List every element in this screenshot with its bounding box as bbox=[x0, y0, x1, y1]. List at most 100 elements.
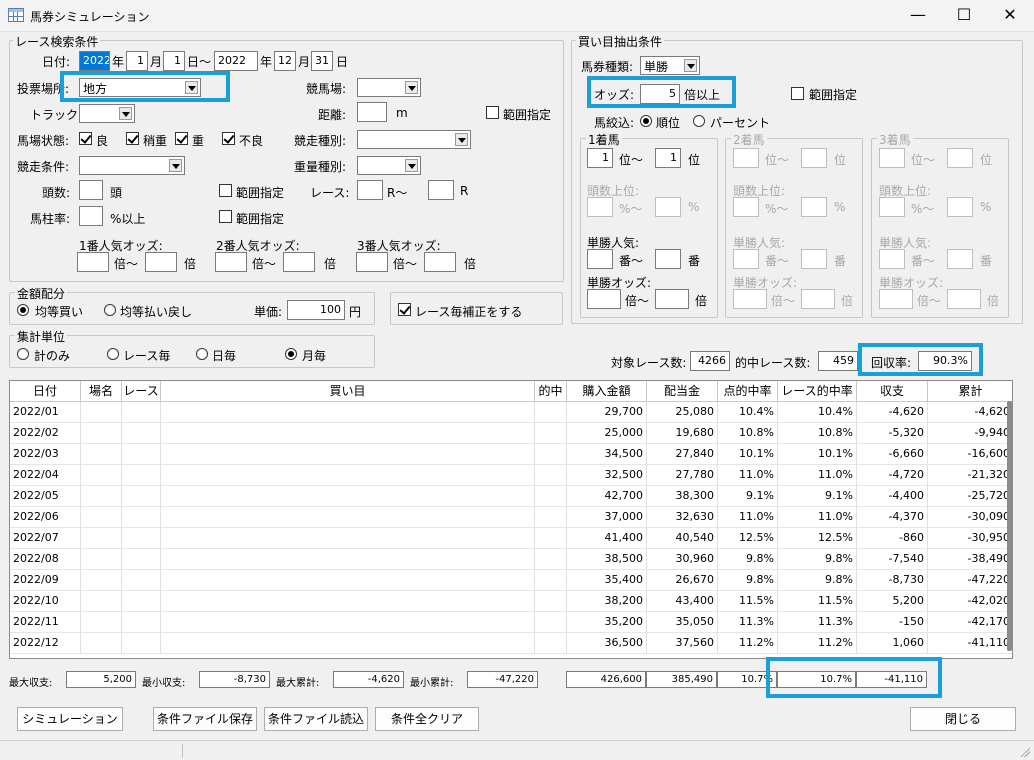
to-year-input[interactable]: 2022 bbox=[214, 51, 258, 71]
table-cell[interactable]: 11.0% bbox=[778, 507, 857, 528]
table-cell[interactable]: -6,660 bbox=[857, 444, 928, 465]
table-cell[interactable]: 32,630 bbox=[647, 507, 718, 528]
table-cell[interactable] bbox=[81, 570, 122, 591]
table-cell[interactable] bbox=[535, 633, 567, 654]
maximize-button[interactable]: ☐ bbox=[941, 0, 987, 32]
ticket-type-select[interactable]: 単勝 bbox=[640, 56, 700, 75]
table-cell[interactable]: 40,540 bbox=[647, 528, 718, 549]
table-cell[interactable]: 43,400 bbox=[647, 591, 718, 612]
col-date-header[interactable]: 日付 bbox=[10, 381, 81, 402]
p2-pop-from-input[interactable] bbox=[733, 249, 759, 269]
table-cell[interactable]: -16,600 bbox=[928, 444, 1012, 465]
table-cell[interactable] bbox=[535, 570, 567, 591]
col-payout-header[interactable]: 配当金 bbox=[647, 381, 718, 402]
distance-input[interactable] bbox=[357, 102, 387, 122]
fav2-from-input[interactable] bbox=[215, 252, 247, 272]
table-cell[interactable]: -4,620 bbox=[857, 402, 928, 423]
table-cell[interactable]: 2022/06 bbox=[10, 507, 81, 528]
table-cell[interactable]: 2022/08 bbox=[10, 549, 81, 570]
table-cell[interactable]: 2022/09 bbox=[10, 570, 81, 591]
table-cell[interactable]: 2022/11 bbox=[10, 612, 81, 633]
table-cell[interactable] bbox=[535, 507, 567, 528]
from-year-input[interactable]: 2022 bbox=[79, 51, 110, 71]
table-cell[interactable]: 42,700 bbox=[567, 486, 647, 507]
table-cell[interactable]: 10.8% bbox=[778, 423, 857, 444]
race-from-input[interactable] bbox=[357, 180, 383, 200]
table-cell[interactable]: 11.2% bbox=[718, 633, 778, 654]
table-cell[interactable] bbox=[535, 486, 567, 507]
to-day-input[interactable]: 31 bbox=[311, 51, 333, 71]
table-cell[interactable] bbox=[122, 528, 161, 549]
table-cell[interactable]: -4,620 bbox=[928, 402, 1012, 423]
unit-price-input[interactable]: 100 bbox=[287, 300, 345, 320]
results-table[interactable]: 日付 場名 レース 買い目 的中 購入金額 配当金 点的中率 レース的中率 収支… bbox=[9, 380, 1013, 659]
pillar-input[interactable] bbox=[79, 206, 103, 226]
col-race-hit-header[interactable]: レース的中率 bbox=[778, 381, 857, 402]
table-cell[interactable] bbox=[122, 444, 161, 465]
table-cell[interactable]: 11.3% bbox=[718, 612, 778, 633]
p3-odds-to-input[interactable] bbox=[947, 289, 981, 309]
table-cell[interactable] bbox=[122, 591, 161, 612]
table-cell[interactable] bbox=[535, 444, 567, 465]
table-cell[interactable]: 32,500 bbox=[567, 465, 647, 486]
equal-buy-radio[interactable] bbox=[17, 304, 29, 316]
distance-range-checkbox[interactable] bbox=[486, 106, 499, 119]
col-hit-header[interactable]: 的中 bbox=[535, 381, 567, 402]
simulate-button[interactable]: シミュレーション bbox=[17, 707, 123, 731]
p2-heads-from-input[interactable] bbox=[733, 197, 759, 217]
table-cell[interactable]: 29,700 bbox=[567, 402, 647, 423]
p1-heads-from-input[interactable] bbox=[587, 197, 613, 217]
tally-month-radio[interactable] bbox=[285, 348, 297, 360]
table-cell[interactable]: 30,960 bbox=[647, 549, 718, 570]
p1-odds-to-input[interactable] bbox=[655, 289, 689, 309]
table-cell[interactable]: -4,370 bbox=[857, 507, 928, 528]
table-cell[interactable] bbox=[161, 423, 535, 444]
table-cell[interactable]: 26,670 bbox=[647, 570, 718, 591]
table-cell[interactable]: 27,780 bbox=[647, 465, 718, 486]
table-cell[interactable]: 25,080 bbox=[647, 402, 718, 423]
p3-rank-from-input[interactable] bbox=[879, 148, 905, 168]
fav1-to-input[interactable] bbox=[145, 252, 177, 272]
p1-pop-from-input[interactable] bbox=[587, 249, 613, 269]
fav3-from-input[interactable] bbox=[356, 252, 388, 272]
table-cell[interactable]: 10.1% bbox=[718, 444, 778, 465]
table-cell[interactable]: -41,110 bbox=[928, 633, 1012, 654]
col-point-hit-header[interactable]: 点的中率 bbox=[718, 381, 778, 402]
col-cumulative-header[interactable]: 累計 bbox=[928, 381, 1012, 402]
table-cell[interactable] bbox=[535, 612, 567, 633]
table-cell[interactable]: 10.4% bbox=[778, 402, 857, 423]
table-cell[interactable] bbox=[161, 444, 535, 465]
table-cell[interactable]: 2022/12 bbox=[10, 633, 81, 654]
close-button[interactable]: 閉じる bbox=[910, 707, 1016, 731]
table-cell[interactable]: 36,500 bbox=[567, 633, 647, 654]
table-cell[interactable]: 37,000 bbox=[567, 507, 647, 528]
p3-pop-from-input[interactable] bbox=[879, 249, 905, 269]
col-balance-header[interactable]: 収支 bbox=[857, 381, 928, 402]
p2-heads-to-input[interactable] bbox=[801, 197, 827, 217]
table-cell[interactable] bbox=[535, 591, 567, 612]
race-type-select[interactable] bbox=[357, 130, 471, 149]
table-cell[interactable]: 38,500 bbox=[567, 549, 647, 570]
table-cell[interactable]: 11.3% bbox=[778, 612, 857, 633]
table-cell[interactable]: 9.1% bbox=[718, 486, 778, 507]
table-cell[interactable]: 9.1% bbox=[778, 486, 857, 507]
table-cell[interactable] bbox=[81, 633, 122, 654]
table-cell[interactable]: 35,400 bbox=[567, 570, 647, 591]
table-cell[interactable]: -8,730 bbox=[857, 570, 928, 591]
p2-rank-to-input[interactable] bbox=[801, 148, 827, 168]
p1-heads-to-input[interactable] bbox=[655, 197, 681, 217]
p1-pop-to-input[interactable] bbox=[655, 249, 681, 269]
from-day-input[interactable]: 1 bbox=[163, 51, 185, 71]
table-cell[interactable]: 2022/07 bbox=[10, 528, 81, 549]
table-cell[interactable]: 2022/05 bbox=[10, 486, 81, 507]
heads-range-checkbox[interactable] bbox=[219, 184, 232, 197]
table-cell[interactable]: -30,090 bbox=[928, 507, 1012, 528]
table-cell[interactable] bbox=[81, 402, 122, 423]
col-race-header[interactable]: レース bbox=[122, 381, 161, 402]
table-cell[interactable] bbox=[161, 465, 535, 486]
fav3-to-input[interactable] bbox=[424, 252, 456, 272]
p3-odds-from-input[interactable] bbox=[879, 289, 913, 309]
table-cell[interactable]: -25,720 bbox=[928, 486, 1012, 507]
p3-rank-to-input[interactable] bbox=[947, 148, 973, 168]
table-cell[interactable]: 10.1% bbox=[778, 444, 857, 465]
